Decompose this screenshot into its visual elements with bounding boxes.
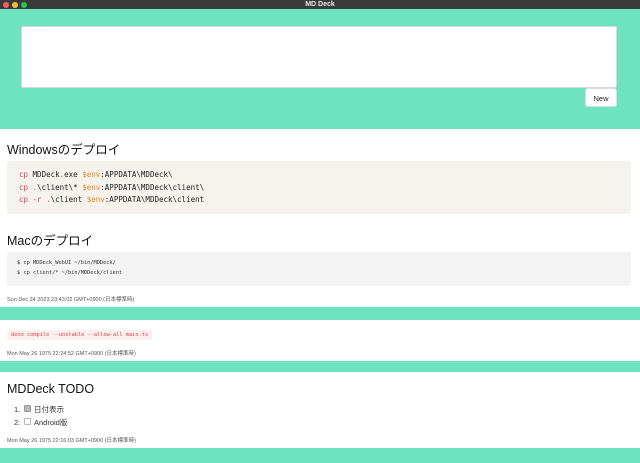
note-timestamp: Sun Dec 24 2023 23:43:02 GMT+0900 (日本標準時… <box>7 297 135 303</box>
section-heading-mac-deploy: Macのデプロイ <box>7 234 94 248</box>
note-timestamp: Mon May 26 1975 22:24:52 GMT+0900 (日本標準時… <box>7 351 136 357</box>
window-title: MD Deck <box>305 1 335 8</box>
section-heading-windows-deploy: Windowsのデプロイ <box>7 143 121 157</box>
code-line: cp -r .\client $env:APPDATA\MDDeck\clien… <box>19 194 619 207</box>
code-token: \client\* <box>37 182 83 192</box>
code-token: :APPDATA\MDDeck\client\ <box>100 182 205 192</box>
todo-list: 1. 日付表示 2. Android版 <box>14 403 67 429</box>
todo-item: 2. Android版 <box>14 418 68 427</box>
new-button[interactable]: New <box>585 88 617 107</box>
code-token: MDDeck <box>28 170 60 179</box>
todo-heading: MDDeck TODO <box>7 382 95 396</box>
code-line: $ cp client/* ~/bin/MDDeck/client <box>17 270 123 276</box>
code-line: $ cp MDDeck_WebUI ~/bin/MDDeck/ <box>17 260 116 266</box>
code-token: -r <box>32 195 42 204</box>
title-bar: MD Deck <box>0 0 640 9</box>
code-line: cp MDDeck.exe $env:APPDATA\MDDeck\ <box>19 169 619 182</box>
code-token: cp <box>19 170 29 179</box>
code-token: $env <box>82 170 101 179</box>
code-token: :APPDATA\MDDeck\client <box>104 195 205 204</box>
code-block-mac: $ cp MDDeck_WebUI ~/bin/MDDeck/ $ cp cli… <box>7 252 631 286</box>
code-line: cp .\client\* $env:APPDATA\MDDeck\client… <box>19 182 619 195</box>
code-token: $env <box>82 182 101 192</box>
todo-item: 1. 日付表示 <box>14 405 64 414</box>
code-token: exe <box>64 170 83 179</box>
inline-code: deno compile --unstable --allow-all main… <box>7 330 153 340</box>
note-timestamp: Mon May 26 1975 22:16:03 GMT+0900 (日本標準時… <box>7 438 136 444</box>
code-token: \client <box>50 195 87 204</box>
markdown-editor[interactable] <box>21 26 617 88</box>
checkbox-icon[interactable] <box>24 405 31 412</box>
code-block-windows: cp MDDeck.exe $env:APPDATA\MDDeck\ cp .\c… <box>7 161 631 214</box>
code-token: cp <box>19 195 29 204</box>
code-token: :APPDATA\MDDeck\ <box>100 170 173 179</box>
code-token: cp <box>19 182 29 192</box>
code-token: $env <box>86 195 105 204</box>
checkbox-icon[interactable] <box>24 418 31 425</box>
